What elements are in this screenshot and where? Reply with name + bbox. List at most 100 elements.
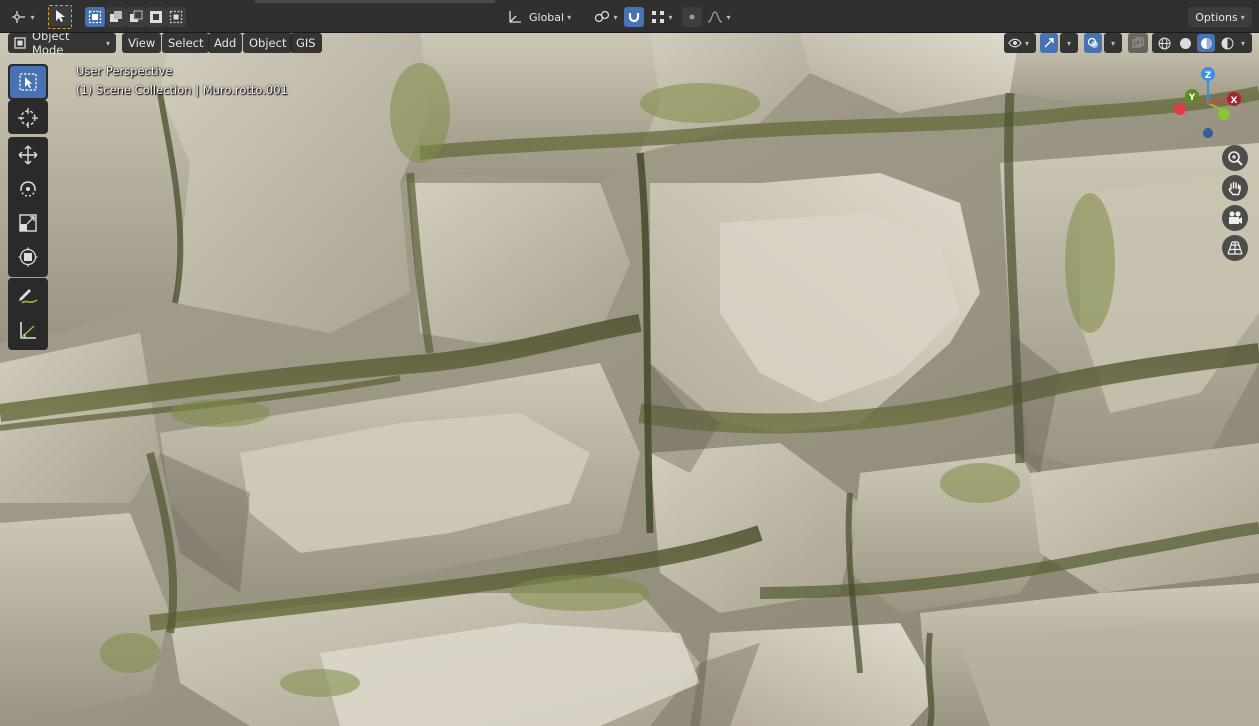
stone-wall-render <box>0 33 1259 726</box>
view-name-label: User Perspective <box>76 64 173 78</box>
transform-tool[interactable] <box>10 241 46 273</box>
neg-y-axis-dot[interactable] <box>1218 108 1230 120</box>
select-box-tool[interactable] <box>10 66 46 98</box>
select-mode-outline <box>48 5 72 29</box>
transform-icon <box>18 247 38 267</box>
neg-x-axis-dot[interactable] <box>1174 103 1186 115</box>
navigation-gizmo[interactable]: Z Y X <box>1168 63 1248 143</box>
select-intersect-button[interactable] <box>166 7 186 27</box>
select-set-icon <box>88 10 102 24</box>
move-tool[interactable] <box>10 139 46 171</box>
camera-view-button[interactable] <box>1222 205 1248 231</box>
toolbar-cursor-group <box>8 100 48 134</box>
rotate-icon <box>18 179 38 199</box>
select-subtract-icon <box>129 10 143 24</box>
scale-icon <box>18 213 38 233</box>
proportional-dot-icon <box>686 11 698 23</box>
neg-z-axis-dot[interactable] <box>1203 128 1213 138</box>
measure-ruler-icon <box>18 320 38 340</box>
rendered-shading-icon[interactable] <box>1218 34 1236 52</box>
snap-grid-icon <box>651 10 665 24</box>
pivot-point-dropdown[interactable]: ▾ <box>590 7 622 27</box>
chevron-down-icon: ▾ <box>1110 38 1115 48</box>
chevron-down-icon: ▾ <box>613 12 618 22</box>
select-extend-button[interactable] <box>106 7 126 27</box>
scale-tool[interactable] <box>10 207 46 239</box>
options-label: Options <box>1195 10 1238 24</box>
overlay-circles-icon <box>1087 37 1099 49</box>
wireframe-shading-icon[interactable] <box>1155 34 1173 52</box>
3d-viewport[interactable]: Object Mode ▾ View Select Add Object GIS… <box>0 33 1259 726</box>
select-set-button[interactable] <box>85 7 105 27</box>
cursor-tool[interactable] <box>10 102 46 134</box>
chevron-down-icon: ▾ <box>30 12 35 22</box>
chevron-down-icon: ▾ <box>668 12 673 22</box>
select-subtract-button[interactable] <box>126 7 146 27</box>
material-preview-shading-icon[interactable] <box>1197 34 1215 52</box>
zoom-magnifier-icon <box>1227 150 1243 166</box>
overlays-dropdown[interactable]: ▾ <box>1104 33 1122 53</box>
eye-icon <box>1008 37 1022 49</box>
camera-icon <box>1227 210 1243 226</box>
chevron-down-icon: ▾ <box>567 12 572 22</box>
solid-shading-icon[interactable] <box>1176 34 1194 52</box>
transform-orientation-dropdown[interactable]: Global ▾ <box>505 7 585 27</box>
magnet-icon <box>627 10 641 24</box>
object-mode-icon <box>14 37 26 49</box>
overlays-toggle[interactable] <box>1084 33 1102 53</box>
proportional-falloff-dropdown[interactable]: ▾ <box>704 7 734 27</box>
top-header: ▾ Global ▾ ▾ ▾ ▾ Options ▾ <box>0 0 1259 33</box>
chevron-down-icon: ▾ <box>1066 38 1071 48</box>
select-box-icon <box>18 72 38 92</box>
mode-label: Object Mode <box>32 33 70 57</box>
collection-label: (1) Scene Collection | Muro.rotto.001 <box>76 83 288 97</box>
gizmo-toggle[interactable] <box>1040 33 1058 53</box>
snap-toggle[interactable] <box>624 7 644 27</box>
mode-dropdown[interactable]: Object Mode ▾ <box>8 33 116 57</box>
pivot-link-icon <box>594 10 610 24</box>
x-axis-label: X <box>1231 96 1238 106</box>
select-difference-button[interactable] <box>146 7 166 27</box>
proportional-edit-toggle[interactable] <box>682 7 702 27</box>
shading-mode-group: ▾ <box>1152 33 1252 53</box>
chevron-down-icon: ▾ <box>1240 12 1245 22</box>
toolbar-select-group <box>8 64 48 100</box>
menu-select[interactable]: Select <box>162 33 210 53</box>
toolbar-transform-group <box>8 137 48 277</box>
select-intersect-icon <box>169 10 183 24</box>
perspective-toggle-button[interactable] <box>1222 235 1248 261</box>
snap-target-dropdown[interactable]: ▾ <box>646 7 678 27</box>
toolbar-annotate-group <box>8 278 48 350</box>
zoom-button[interactable] <box>1222 145 1248 171</box>
chevron-down-icon: ▾ <box>1025 38 1030 48</box>
menu-view[interactable]: View <box>122 33 162 53</box>
annotate-tool[interactable] <box>10 280 46 312</box>
orientation-axes-icon <box>507 10 523 24</box>
view3d-editor-icon <box>11 10 27 24</box>
orientation-label: Global <box>529 10 565 24</box>
rotate-tool[interactable] <box>10 173 46 205</box>
grid-perspective-icon <box>1227 240 1243 256</box>
falloff-curve-icon <box>707 10 723 24</box>
select-extend-icon <box>109 10 123 24</box>
menu-gis[interactable]: GIS <box>290 33 322 53</box>
options-button[interactable]: Options ▾ <box>1188 7 1252 27</box>
menu-add[interactable]: Add <box>208 33 243 53</box>
menu-object[interactable]: Object <box>243 33 293 53</box>
gizmo-arrows-icon <box>1043 37 1055 49</box>
editor-type-button[interactable]: ▾ <box>6 7 40 27</box>
xray-icon <box>1132 37 1144 49</box>
chevron-down-icon[interactable]: ▾ <box>1241 39 1245 48</box>
select-difference-icon <box>149 10 163 24</box>
xray-toggle[interactable] <box>1128 33 1148 53</box>
crosshair-cursor-icon <box>17 107 39 129</box>
z-axis-label: Z <box>1205 71 1212 81</box>
visibility-dropdown[interactable]: ▾ <box>1004 33 1036 53</box>
annotate-pencil-icon <box>17 286 39 306</box>
y-axis-label: Y <box>1188 93 1196 103</box>
chevron-down-icon: ▾ <box>105 38 110 48</box>
measure-tool[interactable] <box>10 314 46 346</box>
header-highlight-strip <box>255 0 495 3</box>
pan-button[interactable] <box>1222 175 1248 201</box>
gizmo-dropdown[interactable]: ▾ <box>1060 33 1078 53</box>
